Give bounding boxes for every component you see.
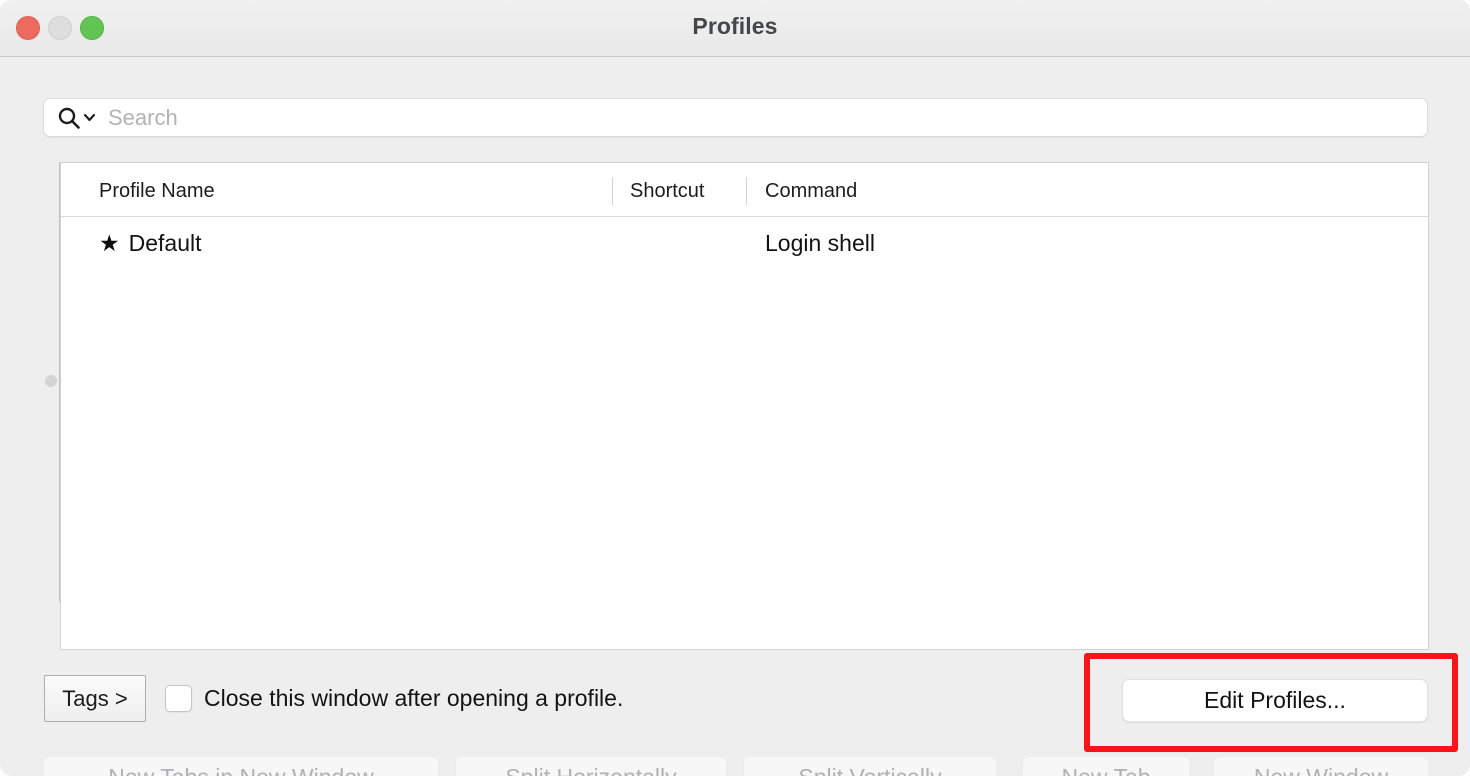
- split-horizontally-button[interactable]: Split Horizontally: [455, 756, 727, 776]
- window-content: Profile Name Shortcut Command ★ Default …: [0, 57, 1470, 776]
- profiles-window: Profiles Profile Name: [0, 0, 1470, 776]
- new-window-button[interactable]: New Window: [1213, 756, 1429, 776]
- search-input[interactable]: [108, 104, 1378, 131]
- table-row[interactable]: ★ Default Login shell: [61, 217, 1428, 275]
- profiles-table: Profile Name Shortcut Command ★ Default …: [60, 162, 1429, 650]
- window-titlebar: Profiles: [0, 0, 1470, 57]
- chevron-down-icon: [83, 113, 96, 121]
- cell-command: Login shell: [765, 230, 875, 256]
- new-tabs-in-new-window-button[interactable]: New Tabs in New Window: [43, 756, 439, 776]
- search-icon[interactable]: [56, 105, 96, 131]
- split-handle-dot[interactable]: [45, 375, 57, 387]
- tags-button[interactable]: Tags >: [44, 675, 146, 722]
- new-tab-button[interactable]: New Tab: [1022, 756, 1190, 776]
- action-button-bar: New Tabs in New Window Split Horizontall…: [0, 756, 1470, 776]
- column-header-profile-name[interactable]: Profile Name: [99, 180, 215, 203]
- cell-profile-name: ★ Default: [99, 230, 202, 257]
- table-body: ★ Default Login shell: [61, 217, 1428, 275]
- profile-name-text: Default: [128, 230, 202, 256]
- column-separator[interactable]: [612, 177, 613, 205]
- column-header-shortcut[interactable]: Shortcut: [630, 180, 704, 203]
- close-window-checkbox-group[interactable]: Close this window after opening a profil…: [165, 685, 623, 712]
- window-title: Profiles: [692, 13, 778, 39]
- edit-profiles-button[interactable]: Edit Profiles...: [1122, 679, 1428, 722]
- split-vertically-button[interactable]: Split Vertically: [743, 756, 997, 776]
- star-filled-icon: ★: [99, 230, 120, 256]
- close-window-checkbox[interactable]: [165, 685, 192, 712]
- column-header-command[interactable]: Command: [765, 180, 857, 203]
- column-separator[interactable]: [746, 177, 747, 205]
- search-field[interactable]: [43, 98, 1428, 137]
- table-header-row: Profile Name Shortcut Command: [61, 163, 1428, 217]
- close-window-checkbox-label: Close this window after opening a profil…: [204, 685, 624, 711]
